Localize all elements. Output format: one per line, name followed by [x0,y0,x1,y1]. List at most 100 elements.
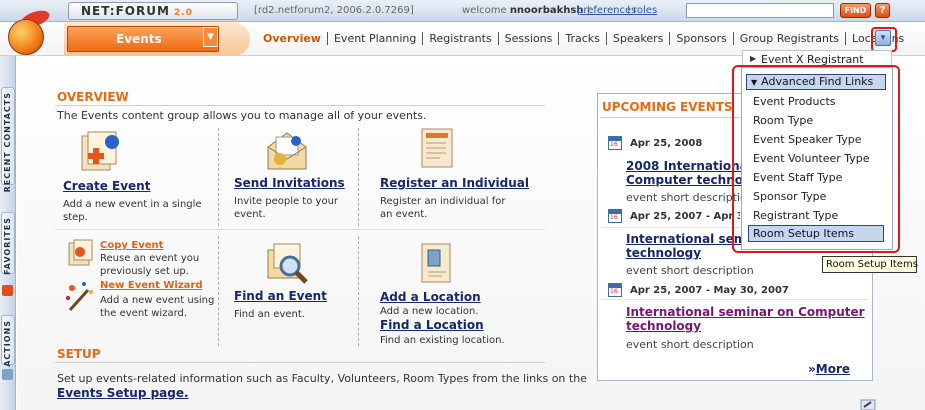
new-event-wizard-link[interactable]: New Event Wizard [100,280,203,291]
find-button[interactable]: FIND [840,3,871,18]
module-dropdown-arrow-icon[interactable]: ▼ [203,27,218,47]
module-selector[interactable]: Events [67,26,219,52]
dropdown-highlight [732,65,900,253]
side-tab-favorites[interactable]: FAVORITES [1,212,15,275]
tools-icon[interactable] [860,399,876,410]
desc-line: Reuse an event you [100,253,200,264]
side-tab-actions[interactable]: ACTIONS [1,315,15,367]
setup-title: SETUP [57,347,101,361]
find-location-desc: Find an existing location. [380,335,505,346]
desc-line: Invite people to your [234,196,339,207]
side-tab-recent-contacts[interactable]: RECENT CONTACTS [1,87,15,192]
module-tabs: Overview Event Planning Registrants Session… [257,32,910,45]
event-title-line: Computer technology [626,173,741,187]
event-title-line: International seminar on Computer [626,232,741,246]
event-title[interactable]: 2008 International Conference onComputer… [626,159,741,187]
side-tab-label: ACTIONS [3,320,12,367]
more-link[interactable]: More [816,362,850,376]
overview-intro: The Events content group allows you to m… [57,109,427,122]
event-desc: event short description [626,264,754,277]
help-button[interactable]: ? [875,3,890,18]
send-invitations-desc: Invite people to your event. [234,195,338,221]
event-desc: event short description [626,338,754,351]
event-desc: event short description [626,191,741,204]
divider [358,236,359,346]
divider [358,128,359,226]
more-arrow-icon: » [808,362,816,376]
desc-line: Register an individual for [380,196,506,207]
build-info: [rd2.netforum2, 2006.2.0.7269] [254,5,414,16]
events-setup-link[interactable]: Events Setup page. [57,386,189,400]
side-tabs: RECENT CONTACTS FAVORITES ACTIONS [0,56,16,410]
add-location-desc: Add a new location. [380,306,479,317]
tab-event-planning[interactable]: Event Planning [327,32,424,45]
favorites-icon [2,285,13,296]
welcome-text: welcome nnoorbakhsh | [462,5,591,16]
roles-link[interactable]: roles [633,5,657,16]
divider [55,105,545,106]
chevron-down-icon[interactable]: ▾ [875,30,891,46]
calendar-icon: 16 [608,136,622,150]
create-event-desc: Add a new event in a single step. [63,198,202,224]
send-invitations-link[interactable]: Send Invitations [234,176,345,190]
tab-speakers[interactable]: Speakers [606,32,671,45]
event-date: Apr 25, 2008 [630,138,703,149]
desc-line: Add a new event using [100,295,215,306]
create-event-link[interactable]: Create Event [63,179,150,193]
divider [218,128,219,226]
add-location-icon[interactable] [418,240,458,286]
netforum-logo: NET:FORUM 2.0 [68,2,238,20]
event-title[interactable]: International seminar on Computertechnol… [626,232,741,260]
desc-line: step. [63,212,88,223]
more-link-container[interactable]: »More [808,362,850,376]
overview-title: OVERVIEW [57,90,129,104]
new-event-wizard-desc: Add a new event using the event wizard. [100,294,214,320]
register-individual-icon[interactable] [418,125,458,171]
tab-group-registrants[interactable]: Group Registrants [733,32,847,45]
side-tab-label: FAVORITES [3,217,12,275]
add-location-link[interactable]: Add a Location [380,290,481,304]
username: nnoorbakhsh [509,5,584,16]
copy-event-desc: Reuse an event you previously set up. [100,252,199,278]
event-date: Apr 25, 2007 - Apr 30, 2007 [630,211,740,222]
desc-line: an event. [380,209,428,220]
copy-event-link[interactable]: Copy Event [100,240,163,251]
desc-line: Add a new event in a single [63,199,202,210]
find-location-link[interactable]: Find a Location [380,318,484,332]
side-tab-label: RECENT CONTACTS [3,92,12,193]
tab-sessions[interactable]: Sessions [498,32,560,45]
copy-event-icon[interactable] [66,238,96,268]
divider [601,299,869,300]
logo-text: NET:FORUM [81,4,170,18]
wizard-wand-icon[interactable] [64,280,96,314]
divider [55,362,545,363]
find-event-icon[interactable] [262,240,310,286]
event-title-line: technology [626,319,702,333]
create-event-icon[interactable] [78,130,126,174]
separator: | [627,5,631,16]
find-event-desc: Find an event. [234,309,305,320]
tab-overview[interactable]: Overview [257,32,328,45]
event-title-line: technology [626,246,702,260]
event-title-line: International seminar on Computer [626,305,865,319]
logo-version: 2.0 [173,8,193,18]
search-input[interactable] [686,3,834,18]
setup-text: Set up events-related information such a… [57,372,587,385]
tab-registrants[interactable]: Registrants [423,32,499,45]
divider [218,236,219,346]
calendar-icon: 16 [608,209,622,223]
register-individual-desc: Register an individual for an event. [380,195,505,221]
tab-tracks[interactable]: Tracks [559,32,607,45]
calendar-icon: 16 [608,283,622,297]
send-invitations-icon[interactable] [262,127,312,173]
triangle-right-icon: ▶ [750,54,757,63]
find-event-link[interactable]: Find an Event [234,289,327,303]
event-title[interactable]: International seminar on Computertechnol… [626,305,866,333]
desc-line: previously set up. [100,266,189,277]
event-title-line: 2008 International Conference on [626,159,741,173]
welcome-prefix: welcome [462,5,507,16]
event-date: Apr 25, 2007 - May 30, 2007 [630,285,789,296]
register-individual-link[interactable]: Register an Individual [380,176,529,190]
upcoming-events-title: UPCOMING EVENTS [602,100,733,114]
tab-sponsors[interactable]: Sponsors [670,32,734,45]
